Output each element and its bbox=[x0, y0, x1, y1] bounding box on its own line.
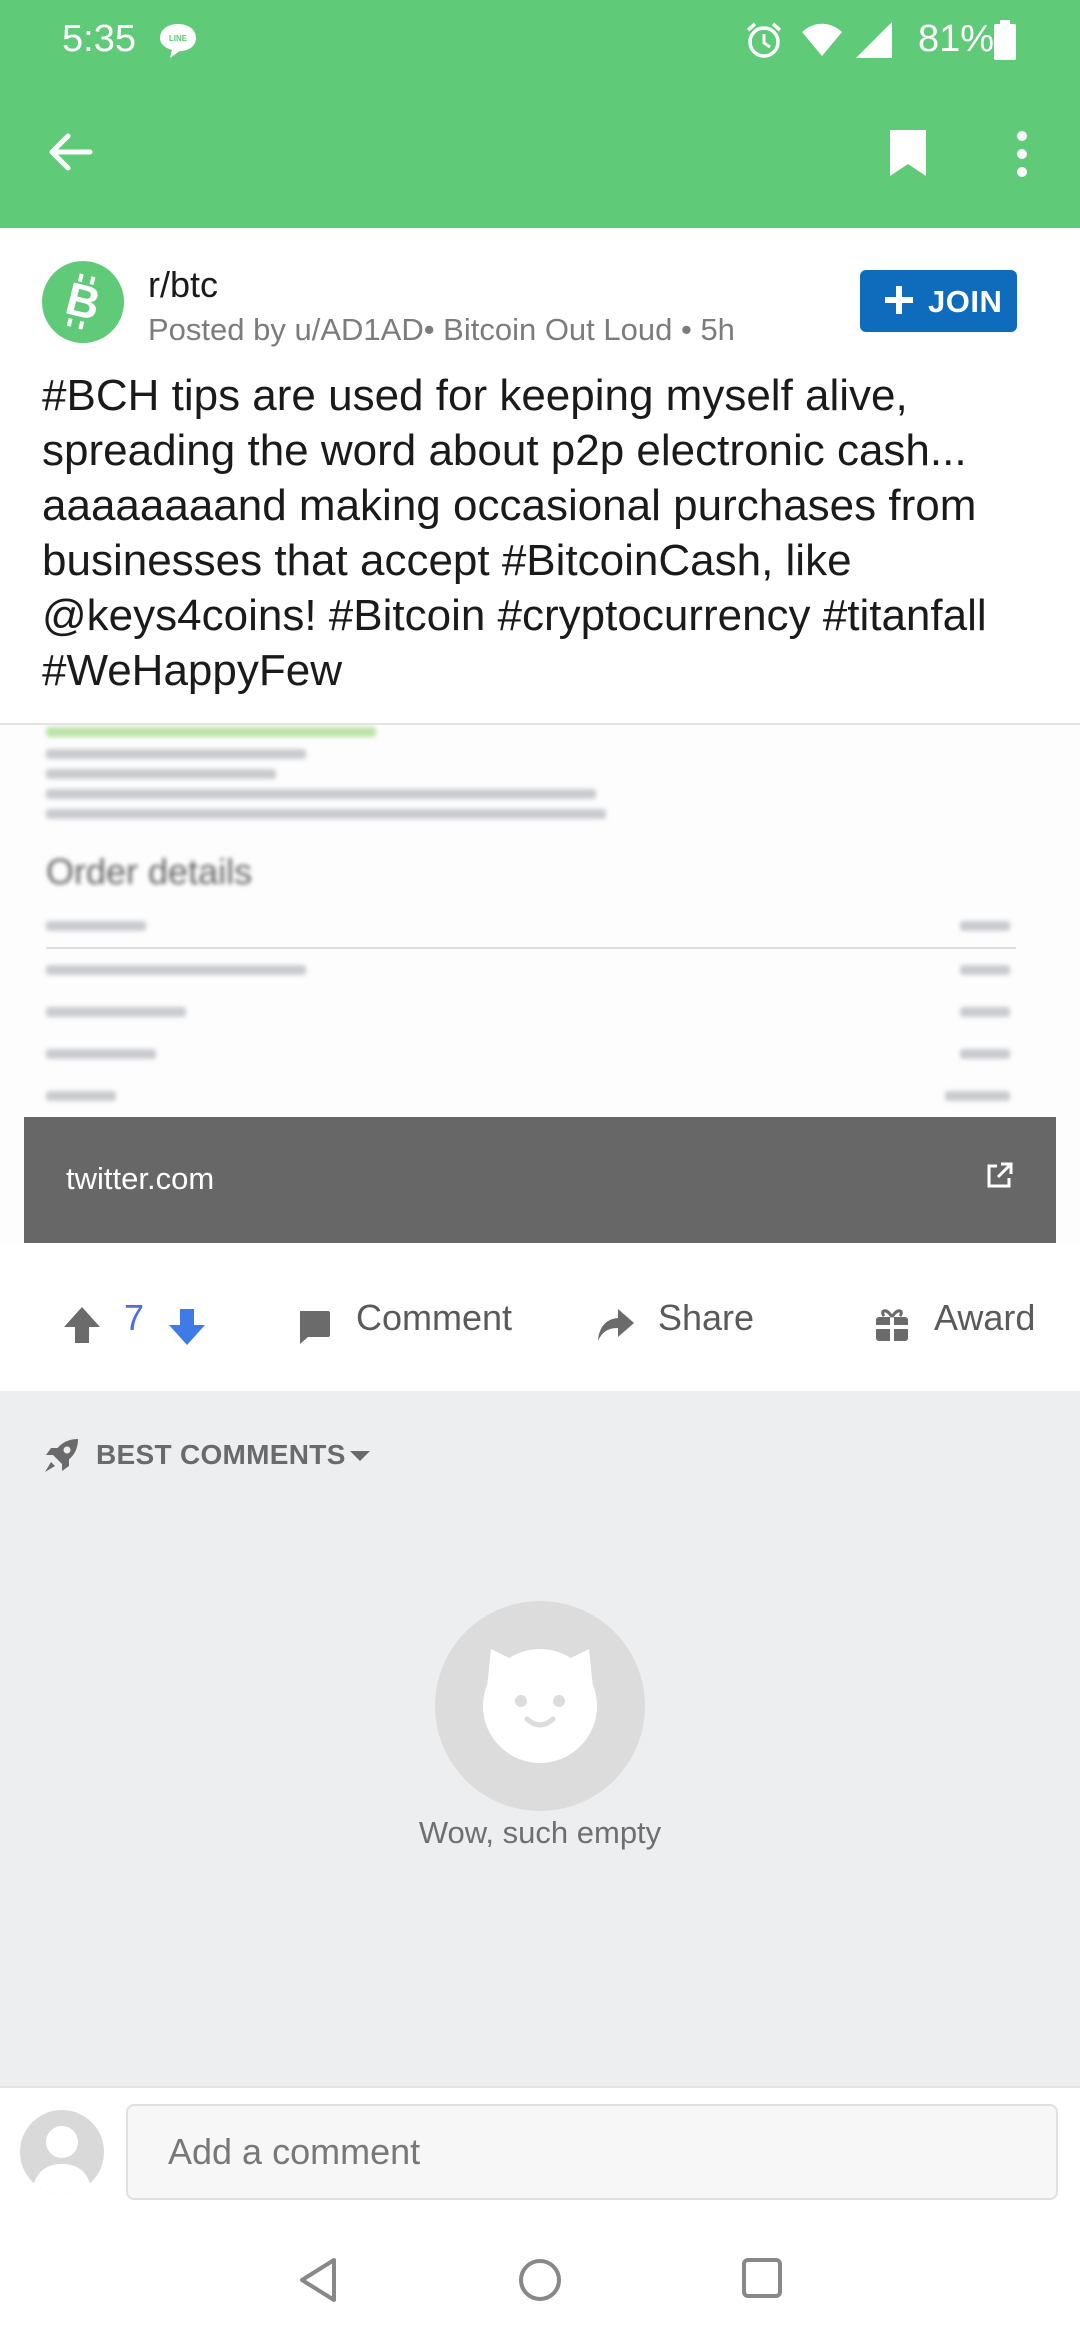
join-label: JOIN bbox=[928, 284, 1003, 319]
comment-icon bbox=[300, 1311, 330, 1344]
cat-icon bbox=[483, 1649, 597, 1763]
external-link-icon bbox=[987, 1162, 1013, 1188]
post-header: B r/btc Posted by u/AD1AD• Bitcoin Out L… bbox=[0, 228, 1080, 353]
upvote-icon[interactable] bbox=[62, 1305, 102, 1345]
wifi-icon bbox=[802, 23, 842, 56]
join-button[interactable]: JOIN bbox=[860, 270, 1017, 332]
battery-percent: 81% bbox=[917, 18, 994, 60]
back-arrow-icon[interactable] bbox=[46, 128, 94, 176]
line-chat-icon: LINE bbox=[160, 24, 196, 58]
preview-domain: twitter.com bbox=[66, 1161, 215, 1196]
comment-button[interactable]: Comment bbox=[356, 1297, 512, 1339]
comment-sort-selector[interactable]: BEST COMMENTS bbox=[40, 1427, 400, 1483]
share-button[interactable]: Share bbox=[658, 1297, 754, 1339]
battery-icon bbox=[994, 20, 1016, 60]
plus-icon bbox=[885, 286, 913, 314]
top-app-bar: 5:35 LINE 81% bbox=[0, 0, 1080, 228]
post-title[interactable]: #BCH tips are used for keeping myself al… bbox=[42, 368, 1042, 698]
preview-heading: Order details bbox=[46, 851, 253, 892]
svg-text:B: B bbox=[61, 272, 106, 330]
chevron-down-icon bbox=[350, 1451, 370, 1461]
award-button[interactable]: Award bbox=[934, 1297, 1035, 1339]
rocket-icon bbox=[45, 1439, 78, 1472]
link-preview[interactable]: Order details twitter.com bbox=[0, 723, 1080, 1245]
bitcoin-cash-icon: B bbox=[61, 272, 106, 330]
comment-composer bbox=[0, 2086, 1080, 2218]
post-meta: Posted by u/AD1AD• Bitcoin Out Loud • 5h bbox=[148, 312, 735, 347]
empty-state-illustration bbox=[435, 1601, 645, 1811]
nav-back-icon[interactable] bbox=[296, 2256, 340, 2304]
user-avatar[interactable] bbox=[20, 2110, 104, 2194]
bookmark-icon[interactable] bbox=[886, 126, 930, 180]
system-nav-bar bbox=[0, 2216, 1080, 2340]
status-time: 5:35 bbox=[62, 18, 136, 60]
award-icon bbox=[876, 1309, 908, 1341]
svg-text:LINE: LINE bbox=[169, 34, 188, 43]
empty-state-text: Wow, such empty bbox=[418, 1815, 662, 1850]
subreddit-name[interactable]: r/btc bbox=[148, 264, 218, 306]
nav-home-icon[interactable] bbox=[516, 2256, 564, 2304]
alarm-icon bbox=[746, 22, 782, 58]
overflow-menu-icon[interactable] bbox=[1010, 128, 1034, 180]
preview-domain-bar[interactable]: twitter.com bbox=[24, 1117, 1056, 1243]
downvote-icon[interactable] bbox=[167, 1307, 207, 1347]
sort-label: BEST COMMENTS bbox=[96, 1439, 346, 1470]
subreddit-avatar[interactable]: B bbox=[42, 261, 124, 343]
comment-input[interactable] bbox=[126, 2104, 1058, 2200]
nav-recents-icon[interactable] bbox=[740, 2256, 784, 2300]
signal-icon bbox=[856, 22, 892, 58]
user-avatar-icon bbox=[32, 2126, 92, 2194]
share-icon bbox=[598, 1309, 634, 1341]
comments-section: BEST COMMENTS Wow, such empty bbox=[0, 1391, 1080, 2086]
vote-count: 7 bbox=[124, 1297, 145, 1338]
post-action-bar: 7 Comment Share Award bbox=[0, 1243, 1080, 1391]
